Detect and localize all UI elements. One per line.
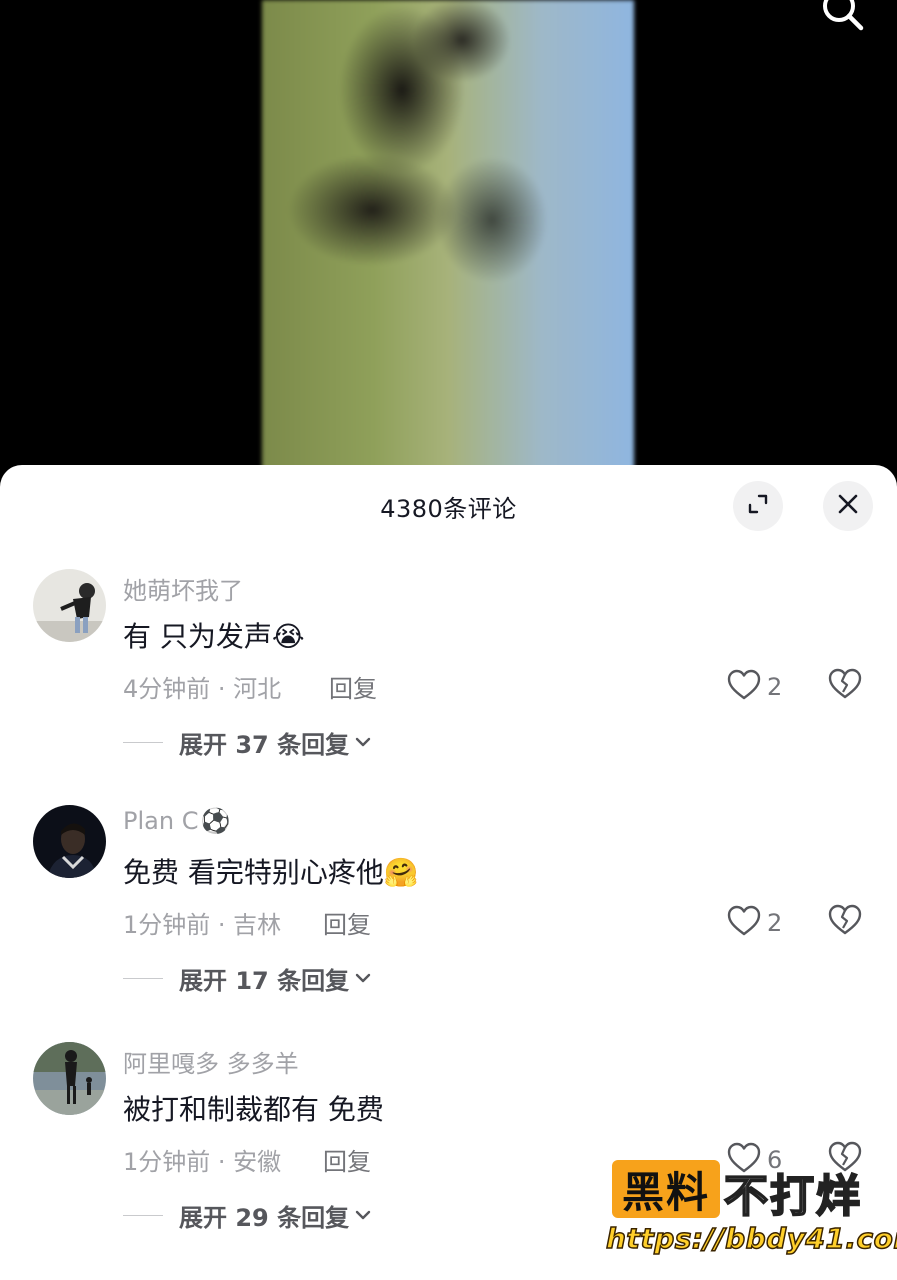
comment-meta: 1分钟前 · 安徽 [123, 1148, 282, 1176]
dislike-button[interactable] [828, 904, 862, 940]
watermark-url: https://bbdy41.com [605, 1221, 897, 1256]
broken-heart-icon [828, 904, 862, 940]
chevron-down-icon [355, 733, 371, 752]
like-count: 2 [767, 909, 783, 937]
heart-icon [727, 905, 761, 941]
expand-replies-label: 展开 29 条回复 [179, 1204, 350, 1232]
comment-body: 有 只为发声 [123, 620, 272, 653]
like-button[interactable]: 2 [727, 669, 782, 705]
reply-button[interactable]: 回复 [323, 905, 371, 940]
chevron-down-icon [355, 969, 371, 988]
avatar[interactable] [33, 569, 106, 642]
watermark-brand-a: 黑料 [612, 1160, 720, 1218]
comment-text: 免费 看完特别心疼他🤗 [123, 851, 419, 891]
divider [123, 742, 163, 743]
chevron-down-icon [355, 1206, 371, 1225]
expand-replies-label: 展开 17 条回复 [179, 967, 350, 995]
crying-emoji-icon: 😭 [271, 620, 305, 653]
expand-replies-button[interactable]: 展开 29 条回复 [123, 1198, 371, 1233]
video-player[interactable] [0, 0, 897, 480]
watermark-logo: 黑料 不打烊 https://bbdy41.com [605, 1158, 897, 1268]
divider [123, 978, 163, 979]
like-button[interactable]: 2 [727, 905, 782, 941]
expand-replies-label: 展开 37 条回复 [179, 731, 350, 759]
comment-text: 被打和制裁都有 免费 [123, 1093, 384, 1126]
divider [123, 1215, 163, 1216]
comment-meta: 1分钟前 · 吉林 [123, 911, 282, 939]
reply-button[interactable]: 回复 [323, 1142, 371, 1177]
dislike-button[interactable] [828, 668, 862, 704]
video-frame [262, 0, 634, 480]
reply-button[interactable]: 回复 [329, 669, 377, 704]
avatar[interactable] [33, 805, 106, 878]
search-icon[interactable] [819, 0, 867, 34]
sheet-header: 4380条评论 [0, 465, 897, 547]
hugging-emoji-icon: 🤗 [383, 856, 419, 889]
comment-meta: 4分钟前 · 河北 [123, 675, 282, 703]
expand-replies-button[interactable]: 展开 37 条回复 [123, 725, 371, 760]
comment-text: 有 只为发声😭 [123, 615, 305, 655]
watermark-brand-b: 不打烊 [723, 1170, 862, 1223]
expand-icon [747, 493, 769, 519]
comment-item: 她萌坏我了 有 只为发声😭 4分钟前 · 河北 回复 2 展开 37 条回复 [0, 569, 897, 769]
like-count: 2 [767, 673, 783, 701]
broken-heart-icon [828, 668, 862, 704]
avatar[interactable] [33, 1042, 106, 1115]
comment-body: 免费 看完特别心疼他 [123, 856, 384, 889]
username-text: Plan C [123, 807, 199, 835]
comment-item: Plan C⚽ 免费 看完特别心疼他🤗 1分钟前 · 吉林 回复 2 展开 17… [0, 805, 897, 1005]
comment-username[interactable]: 阿里嘎多 多多羊 [123, 1044, 299, 1079]
heart-icon [727, 669, 761, 705]
soccer-ball-icon: ⚽ [200, 807, 231, 835]
expand-replies-button[interactable]: 展开 17 条回复 [123, 961, 371, 996]
close-icon [837, 493, 859, 519]
close-button[interactable] [823, 481, 873, 531]
comment-username[interactable]: Plan C⚽ [123, 807, 230, 835]
expand-button[interactable] [733, 481, 783, 531]
comment-username[interactable]: 她萌坏我了 [123, 571, 243, 606]
